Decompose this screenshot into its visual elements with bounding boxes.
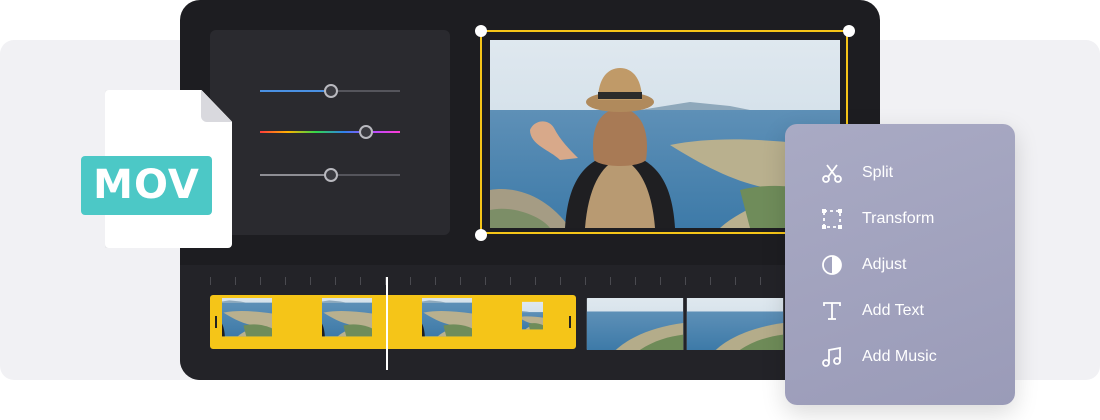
- blue-slider-fill: [260, 90, 330, 92]
- menu-item-label: Add Music: [862, 348, 937, 365]
- transform-icon: [821, 208, 843, 230]
- blue-slider-knob[interactable]: [324, 84, 338, 98]
- text-icon: [821, 300, 843, 322]
- playhead[interactable]: [386, 277, 388, 370]
- clip-trim-handle-right[interactable]: [569, 316, 571, 328]
- clip-trim-handle-left[interactable]: [215, 316, 217, 328]
- menu-item-label: Split: [862, 164, 894, 181]
- music-icon: [821, 346, 843, 368]
- timeline-ruler: [210, 277, 850, 285]
- menu-item-label: Adjust: [862, 256, 907, 273]
- menu-item-adjust[interactable]: Adjust: [785, 245, 1015, 285]
- scissors-icon: [821, 162, 843, 184]
- clip-thumbnails: [222, 298, 564, 346]
- menu-item-label: Add Text: [862, 302, 924, 319]
- selected-clip[interactable]: [210, 295, 576, 349]
- menu-item-add-text[interactable]: Add Text: [785, 291, 1015, 331]
- adjust-icon: [821, 254, 843, 276]
- adjustment-panel: [210, 30, 450, 235]
- menu-item-transform[interactable]: Transform: [785, 199, 1015, 239]
- menu-item-add-music[interactable]: Add Music: [785, 337, 1015, 377]
- hue-slider[interactable]: [260, 125, 400, 139]
- resize-handle-bottom-left[interactable]: [475, 229, 487, 241]
- timeline[interactable]: [180, 265, 880, 380]
- resize-handle-top-left[interactable]: [475, 25, 487, 37]
- resize-handle-top-right[interactable]: [843, 25, 855, 37]
- gray-slider[interactable]: [260, 168, 400, 182]
- menu-item-label: Transform: [862, 210, 935, 227]
- gray-slider-fill: [260, 174, 330, 176]
- blue-slider[interactable]: [260, 84, 400, 98]
- video-editor-window: [180, 0, 880, 380]
- menu-item-split[interactable]: Split: [785, 153, 1015, 193]
- context-menu: Split Transform Adjust Add Text Add Musi…: [785, 124, 1015, 405]
- file-format-badge: MOV: [81, 156, 212, 215]
- gray-slider-knob[interactable]: [324, 168, 338, 182]
- hue-slider-knob[interactable]: [359, 125, 373, 139]
